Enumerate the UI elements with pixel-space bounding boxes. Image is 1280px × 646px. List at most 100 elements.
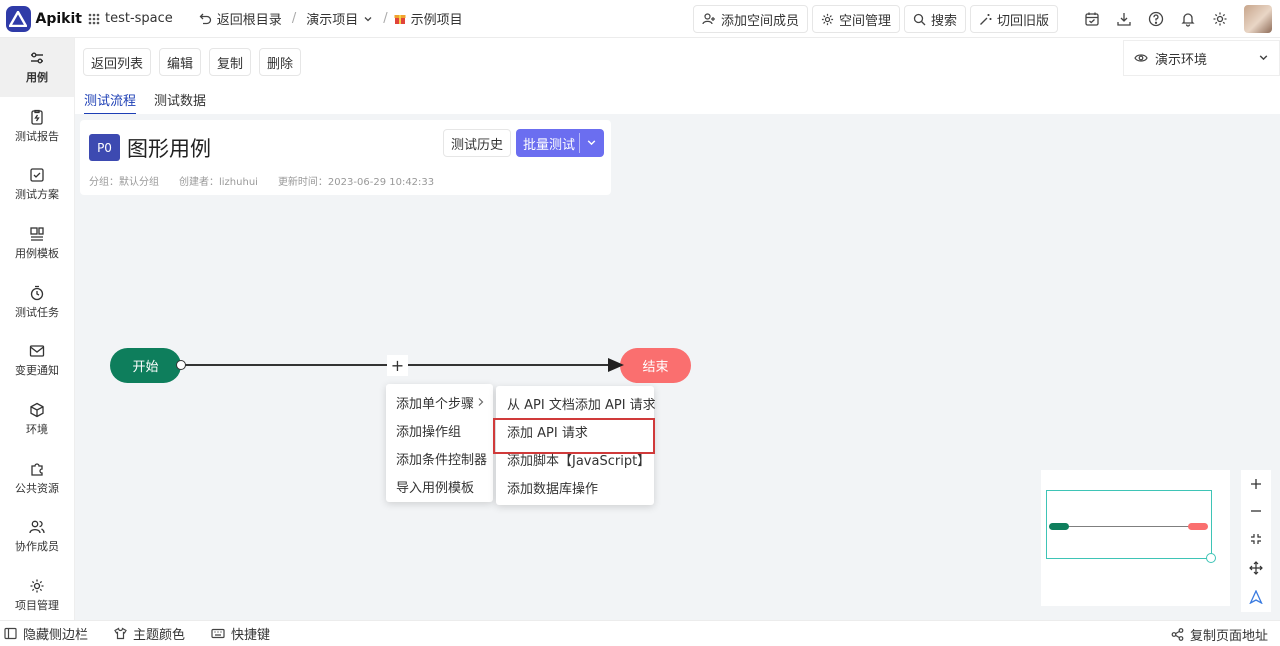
chevron-right-icon [477, 397, 485, 407]
theme-color-label: 主题颜色 [133, 628, 186, 643]
sidebar-item-environment[interactable]: 环境 [0, 390, 74, 449]
sidebar-item-tasks[interactable]: 测试任务 [0, 273, 74, 332]
minimap[interactable] [1041, 470, 1230, 606]
menu-item-add-single-step[interactable]: 添加单个步骤 [386, 388, 493, 416]
tab-test-data[interactable]: 测试数据 [154, 90, 206, 115]
sidebar-item-reports[interactable]: 测试报告 [0, 97, 74, 156]
avatar[interactable] [1244, 5, 1272, 33]
add-space-member-label: 添加空间成员 [720, 13, 799, 29]
gift-icon [394, 12, 406, 25]
sidebar-item-members[interactable]: 协作成员 [0, 508, 74, 567]
puzzle-icon [29, 461, 45, 477]
add-step-plus-icon[interactable]: + [387, 355, 408, 376]
report-icon [29, 109, 45, 125]
settings-icon[interactable] [1206, 5, 1234, 33]
sidebar-item-label: 项目管理 [15, 599, 59, 613]
flow-canvas[interactable]: P0 图形用例 分组：默认分组 创建者：lizhuhui 更新时间：2023-0… [75, 114, 1280, 620]
sidebar-item-public-resources[interactable]: 公共资源 [0, 449, 74, 508]
delete-button[interactable]: 删除 [259, 48, 302, 76]
navigation-arrow-icon[interactable] [1249, 590, 1263, 605]
add-single-step-submenu: 从 API 文档添加 API 请求 添加 API 请求 添加脚本【JavaScr… [493, 386, 656, 505]
edit-button[interactable]: 编辑 [159, 48, 202, 76]
shortcuts-button[interactable]: 快捷键 [211, 624, 270, 643]
mail-icon [29, 343, 45, 359]
sidebar-item-label: 测试报告 [15, 129, 59, 143]
case-project-link[interactable]: 示例项目 [392, 5, 469, 33]
add-step-menu: 添加单个步骤 添加操作组 添加条件控制器 导入用例模板 [386, 384, 493, 502]
start-node[interactable]: 开始 [110, 348, 181, 383]
case-creator: 创建者：lizhuhui [179, 177, 258, 188]
menu-item-add-condition[interactable]: 添加条件控制器 [386, 444, 493, 472]
zoom-in-icon[interactable] [1250, 478, 1262, 490]
environment-label: 演示环境 [1155, 52, 1208, 68]
back-root-link[interactable]: 返回根目录 [193, 5, 288, 33]
batch-test-label: 批量测试 [523, 137, 576, 153]
tab-test-flow[interactable]: 测试流程 [84, 90, 137, 115]
case-meta: 分组：默认分组 创建者：lizhuhui 更新时间：2023-06-29 10:… [89, 173, 434, 188]
sidebar-item-project-manage[interactable]: 项目管理 [0, 566, 74, 625]
menu-item-add-api-from-doc[interactable]: 从 API 文档添加 API 请求 [496, 389, 656, 417]
case-info-card: P0 图形用例 分组：默认分组 创建者：lizhuhui 更新时间：2023-0… [80, 120, 611, 195]
space-manage-button[interactable]: 空间管理 [811, 5, 900, 33]
sidebar-item-label: 环境 [26, 422, 48, 436]
breadcrumb-separator: / [383, 11, 388, 26]
case-title: 图形用例 [127, 137, 211, 161]
sidebar-item-notifications[interactable]: 变更通知 [0, 331, 74, 390]
download-icon[interactable] [1110, 5, 1138, 33]
menu-item-import-template[interactable]: 导入用例模板 [386, 472, 493, 500]
space-name: test-space [105, 11, 173, 26]
edge-arrowhead [608, 358, 624, 372]
sidebar-item-label: 用例模板 [15, 246, 59, 260]
menu-item-add-api-request[interactable]: 添加 API 请求 [493, 417, 655, 454]
old-version-button[interactable]: 切回旧版 [969, 5, 1058, 33]
button-divider [579, 133, 580, 153]
chevron-down-icon[interactable] [586, 137, 597, 148]
menu-item-add-script[interactable]: 添加脚本【JavaScript】 [496, 445, 654, 473]
share-icon [1171, 628, 1184, 641]
checkbox-icon [29, 167, 45, 183]
hide-sidebar-label: 隐藏侧边栏 [23, 628, 89, 643]
shortcuts-label: 快捷键 [231, 628, 271, 643]
app-logo[interactable]: Apikit [0, 5, 82, 32]
eye-icon [1134, 51, 1148, 65]
help-icon[interactable] [1142, 5, 1170, 33]
fit-view-icon[interactable] [1250, 533, 1262, 545]
add-space-member-button[interactable]: 添加空间成员 [692, 5, 808, 33]
sidebar-item-cases[interactable]: 用例 [0, 38, 74, 97]
minimap-resize-handle[interactable] [1206, 553, 1216, 563]
shirt-icon [114, 627, 127, 640]
copy-button[interactable]: 复制 [209, 48, 252, 76]
test-history-button[interactable]: 测试历史 [443, 129, 512, 157]
space-switcher[interactable]: test-space [82, 5, 179, 33]
sidebar-item-plans[interactable]: 测试方案 [0, 155, 74, 214]
old-version-label: 切回旧版 [996, 13, 1049, 29]
start-port[interactable] [176, 360, 186, 370]
sidebar-icon [4, 627, 17, 640]
menu-item-add-operation-group[interactable]: 添加操作组 [386, 416, 493, 444]
back-list-button[interactable]: 返回列表 [83, 48, 152, 76]
menu-item-add-db-operation[interactable]: 添加数据库操作 [496, 473, 654, 501]
case-group: 分组：默认分组 [89, 177, 159, 188]
gear-icon [821, 13, 834, 26]
copy-url-button[interactable]: 复制页面地址 [1171, 625, 1268, 644]
gear-icon [29, 578, 45, 594]
end-node[interactable]: 结束 [620, 348, 691, 383]
project-selector[interactable]: 演示项目 [300, 5, 379, 33]
minimap-viewport[interactable] [1046, 490, 1212, 559]
template-icon [29, 226, 45, 242]
move-icon[interactable] [1249, 560, 1263, 575]
environment-selector[interactable]: 演示环境 [1123, 40, 1280, 76]
zoom-out-icon[interactable] [1250, 505, 1262, 517]
bell-icon[interactable] [1174, 5, 1202, 33]
hide-sidebar-button[interactable]: 隐藏侧边栏 [4, 624, 88, 643]
calendar-icon[interactable] [1078, 5, 1106, 33]
tab-bar: 测试流程 测试数据 [84, 90, 206, 115]
space-manage-label: 空间管理 [838, 13, 891, 29]
sidebar-item-templates[interactable]: 用例模板 [0, 214, 74, 273]
search-label: 搜索 [930, 13, 957, 29]
menu-item-label: 添加单个步骤 [396, 396, 475, 412]
batch-test-button[interactable]: 批量测试 [516, 129, 604, 157]
search-button[interactable]: 搜索 [903, 5, 966, 33]
theme-color-button[interactable]: 主题颜色 [114, 624, 185, 643]
zoom-controls [1241, 470, 1271, 612]
